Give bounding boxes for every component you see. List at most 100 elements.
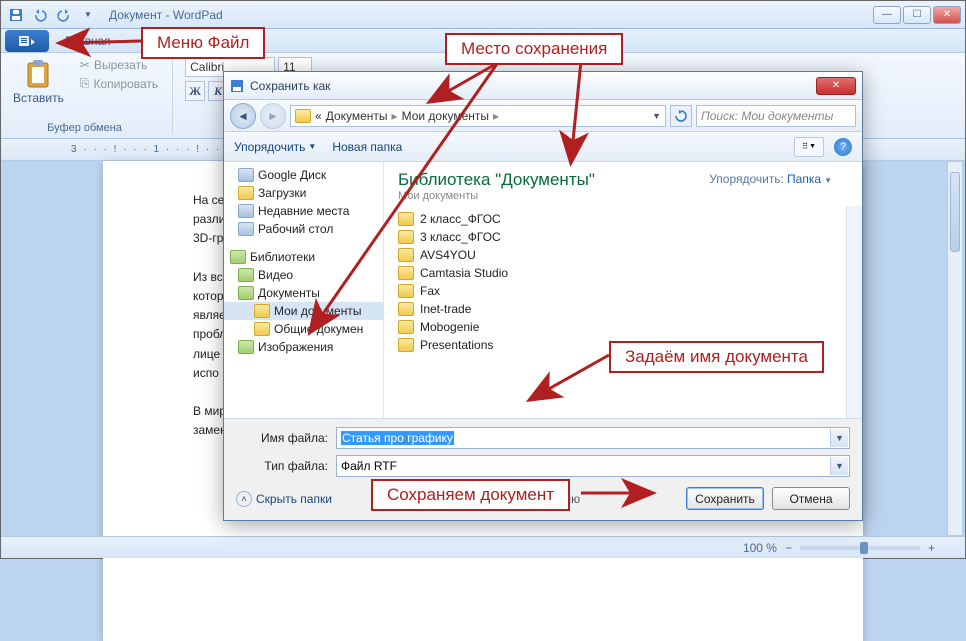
bold-button[interactable]: Ж [185,81,205,101]
callout-save-location: Место сохранения [445,33,623,65]
file-list[interactable]: 2 класс_ФГОС 3 класс_ФГОСAVS4YOUCamtasia … [384,206,846,418]
cut-button[interactable]: ✂Вырезать [76,57,162,73]
tree-node[interactable]: Изображения [224,338,383,356]
zoom-out-button[interactable]: − [785,541,792,555]
filetype-input[interactable]: Файл RTF ▼ [336,455,850,477]
redo-icon[interactable] [53,4,75,26]
folder-icon [295,109,311,123]
folder-tree[interactable]: Google Диск Загрузки Недавние места Рабочий… [224,162,384,418]
statusbar: 100 % − + [1,536,965,558]
save-as-dialog: Сохранить как ✕ ◄ ► « Документы ▸ Мои до… [223,71,863,521]
list-item-label: Inet-trade [420,302,471,316]
sort-control[interactable]: Упорядочить: Папка ▼ [709,172,832,186]
chevron-down-icon[interactable]: ▼ [652,111,661,121]
tree-node-label: Недавние места [258,204,349,218]
window-title: Документ - WordPad [109,8,223,22]
folder-icon [398,302,414,316]
list-item[interactable]: Fax [392,282,838,300]
file-pane: Библиотека "Документы" Мои документы Упо… [384,162,862,418]
back-button[interactable]: ◄ [230,103,256,129]
zoom-slider[interactable] [800,546,920,550]
sort-value[interactable]: Папка [787,172,821,186]
callout-file-menu: Меню Файл [141,27,265,59]
close-button[interactable]: ✕ [933,6,961,24]
filename-label: Имя файла: [236,431,328,445]
paste-button[interactable]: Вставить [7,57,70,107]
paste-label: Вставить [13,91,64,105]
dialog-titlebar: Сохранить как ✕ [224,72,862,100]
filename-input[interactable]: Статья про графику ▼ [336,427,850,449]
scroll-thumb[interactable] [950,172,960,252]
tree-node[interactable]: Загрузки [224,184,383,202]
tree-node-label: Google Диск [258,168,326,182]
list-item[interactable]: 2 класс_ФГОС [392,210,838,228]
fold-icon [254,304,270,318]
dialog-title: Сохранить как [250,79,330,93]
lib-icon [238,268,254,282]
organize-button[interactable]: Упорядочить ▼ [234,140,316,154]
callout-save: Сохраняем документ [371,479,570,511]
list-item[interactable]: Inet-trade [392,300,838,318]
folder-icon [398,284,414,298]
file-scrollbar[interactable] [846,206,862,418]
hide-folders-button[interactable]: ˄ Скрыть папки [236,491,332,507]
tree-node-label: Документы [258,286,320,300]
search-input[interactable]: Поиск: Мои документы [696,105,856,127]
list-item[interactable]: Camtasia Studio [392,264,838,282]
chevron-down-icon: ▼ [308,142,316,151]
list-item[interactable]: AVS4YOU [392,246,838,264]
dialog-close-button[interactable]: ✕ [816,77,856,95]
zoom-in-button[interactable]: + [928,541,935,555]
chevron-right-icon: ▸ [493,109,499,123]
tree-node[interactable]: Библиотеки [224,248,383,266]
minimize-button[interactable]: — [873,6,901,24]
crumb[interactable]: Мои документы [402,109,489,123]
tree-node-label: Видео [258,268,293,282]
tree-node[interactable]: Видео [224,266,383,284]
font-name-value: Calibri [190,60,224,74]
chevron-right-icon: ▸ [392,109,398,123]
tree-node-label: Общие докумен [274,322,363,336]
chevron-down-icon[interactable]: ▼ [830,457,848,475]
dialog-nav: ◄ ► « Документы ▸ Мои документы ▸ ▼ Поис… [224,100,862,132]
copy-button[interactable]: ⎘Копировать [76,75,162,92]
vertical-scrollbar[interactable] [947,161,963,536]
clipboard-group-label: Буфер обмена [47,122,122,134]
tree-node[interactable]: Google Диск [224,166,383,184]
tree-node[interactable]: Недавние места [224,202,383,220]
address-bar[interactable]: « Документы ▸ Мои документы ▸ ▼ [290,105,666,127]
gen-icon [238,204,254,218]
help-button[interactable]: ? [834,138,852,156]
view-options-button[interactable]: ⠿▼ [794,137,824,157]
save-icon [230,79,244,93]
list-item[interactable]: 3 класс_ФГОС [392,228,838,246]
tree-node[interactable]: Рабочий стол [224,220,383,238]
tree-node[interactable]: Мои документы [224,302,383,320]
save-button[interactable]: Сохранить [686,487,764,510]
tree-node-label: Загрузки [258,186,306,200]
new-folder-button[interactable]: Новая папка [332,140,402,154]
crumb[interactable]: Документы [326,109,388,123]
filename-value: Статья про графику [341,431,454,445]
file-menu-button[interactable] [5,30,49,52]
forward-button[interactable]: ► [260,103,286,129]
save-icon[interactable] [5,4,27,26]
cancel-button[interactable]: Отмена [772,487,850,510]
maximize-button[interactable]: ☐ [903,6,931,24]
list-item-label: 2 класс_ФГОС [420,212,501,226]
qat-dropdown-icon[interactable]: ▼ [77,4,99,26]
crumb-prefix: « [315,109,322,123]
undo-icon[interactable] [29,4,51,26]
dialog-fields: Имя файла: Статья про графику ▼ Тип файл… [224,419,862,481]
folder-icon [398,320,414,334]
tree-node[interactable]: Общие докумен [224,320,383,338]
refresh-button[interactable] [670,105,692,127]
dialog-body: Google Диск Загрузки Недавние места Рабочий… [224,162,862,419]
list-item[interactable]: Mobogenie [392,318,838,336]
chevron-down-icon[interactable]: ▼ [830,429,848,447]
titlebar: ▼ Документ - WordPad — ☐ ✕ [1,1,965,29]
tree-node[interactable]: Документы [224,284,383,302]
folder-icon [398,230,414,244]
tab-home[interactable]: Главная [55,30,121,52]
search-placeholder: Поиск: Мои документы [701,109,833,123]
